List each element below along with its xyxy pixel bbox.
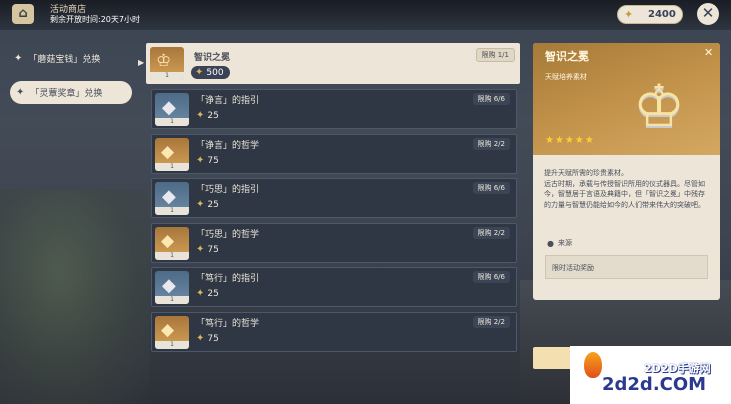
purchase-limit: 限购 2/2 xyxy=(472,138,510,150)
item-count: 1 xyxy=(155,118,189,126)
price-value: 500 xyxy=(206,67,224,78)
location-pin-icon: ● xyxy=(547,238,554,248)
star-icon: ✦ xyxy=(16,87,25,98)
item-thumbnail: ◆ 1 xyxy=(155,182,189,215)
source-value: 限时活动奖励 xyxy=(545,255,708,279)
source-label: ● 来源 xyxy=(547,238,572,248)
item-name: 「巧思」的哲学 xyxy=(196,230,260,240)
shop-item[interactable]: ◆ 1 「巧思」的指引 ✦ 25 限购 6/6 xyxy=(151,178,517,218)
currency-amount: 2400 xyxy=(648,9,676,20)
price-value: 25 xyxy=(207,110,219,121)
book-icon: ◆ xyxy=(162,97,176,118)
item-price: ✦ 25 xyxy=(196,288,219,299)
crown-icon: ♔ xyxy=(156,51,172,71)
detail-header: 智识之冕 ✕ 天赋培养素材 ♔ ★★★★★ xyxy=(533,43,720,155)
watermark-logo: 2D2D手游网 2d2d.COM xyxy=(570,346,731,404)
detail-title: 智识之冕 xyxy=(545,50,589,63)
star-icon: ✦ xyxy=(14,52,23,64)
top-bar: ⌂ 活动商店 剩余开放时间:20天7小时 ✦ 2400 ✕ xyxy=(0,0,731,30)
detail-description: 提升天赋所需的珍贵素材。 远古时期，承载与传授智识所用的仪式器具。尽管如今，智慧… xyxy=(544,168,710,210)
item-price: ✦ 75 xyxy=(196,155,219,166)
medal-icon: ✦ xyxy=(196,288,205,299)
remaining-time: 剩余开放时间:20天7小时 xyxy=(50,15,140,24)
shop-item[interactable]: ◆ 1 「诤言」的指引 ✦ 25 限购 6/6 xyxy=(151,89,517,129)
sidebar-item-label: 「蘑菇宝钱」兑换 xyxy=(28,54,101,65)
shop-item[interactable]: ◆ 1 「诤言」的哲学 ✦ 75 限购 2/2 xyxy=(151,134,517,174)
price-value: 25 xyxy=(207,199,219,210)
shop-item[interactable]: ◆ 1 「笃行」的哲学 ✦ 75 限购 2/2 xyxy=(151,312,517,352)
item-count: 1 xyxy=(155,252,189,260)
medal-icon: ✦ xyxy=(196,155,205,166)
item-name: 「笃行」的指引 xyxy=(196,274,260,284)
purchase-limit: 限购 1/1 xyxy=(475,48,515,62)
shop-item[interactable]: ♔ 1 智识之冕 ✦ 500 限购 1/1 xyxy=(146,43,520,84)
sidebar-item-label: 「灵蕈奖章」兑换 xyxy=(30,89,103,99)
purchase-limit: 限购 6/6 xyxy=(472,182,510,194)
item-name: 「诤言」的哲学 xyxy=(196,141,260,151)
sidebar-item-mushroom-coin[interactable]: ✦ 「蘑菇宝钱」兑换 xyxy=(14,50,100,66)
purchase-limit: 限购 2/2 xyxy=(472,316,510,328)
item-count: 1 xyxy=(155,296,189,304)
currency-display: ✦ 2400 xyxy=(617,5,683,24)
book-icon: ◆ xyxy=(161,320,175,340)
item-thumbnail: ◆ 1 xyxy=(155,316,189,349)
item-name: 智识之冕 xyxy=(194,53,231,63)
item-detail-panel: 智识之冕 ✕ 天赋培养素材 ♔ ★★★★★ 提升天赋所需的珍贵素材。 远古时期，… xyxy=(533,43,720,300)
background-foliage xyxy=(0,190,150,404)
book-icon: ◆ xyxy=(162,186,176,207)
item-thumbnail: ◆ 1 xyxy=(155,271,189,304)
item-count: 1 xyxy=(150,72,184,80)
medal-icon: ✦ xyxy=(196,244,205,255)
item-thumbnail: ◆ 1 xyxy=(155,93,189,126)
item-name: 「诤言」的指引 xyxy=(196,96,260,106)
item-name: 「笃行」的哲学 xyxy=(196,319,260,329)
watermark-site-en: 2d2d.COM xyxy=(602,374,707,395)
detail-type: 天赋培养素材 xyxy=(545,73,587,81)
price-value: 75 xyxy=(207,244,219,255)
item-thumbnail: ◆ 1 xyxy=(155,138,189,171)
item-count: 1 xyxy=(155,341,189,349)
flame-logo-icon xyxy=(584,352,602,378)
close-button[interactable]: ✕ xyxy=(697,3,719,25)
item-count: 1 xyxy=(155,163,189,171)
medal-icon: ✦ xyxy=(624,7,634,21)
item-price: ✦ 75 xyxy=(196,244,219,255)
item-price: ✦ 25 xyxy=(196,110,219,121)
purchase-limit: 限购 6/6 xyxy=(472,271,510,283)
item-price: ✦ 500 xyxy=(191,66,230,79)
medal-icon: ✦ xyxy=(196,199,205,210)
shop-icon: ⌂ xyxy=(12,4,34,24)
collapse-icon[interactable]: ✕ xyxy=(704,46,713,59)
description-line: 远古时期，承载与传授智识所用的仪式器具。尽管如今，智慧居于言语及典籍中，但「智识… xyxy=(544,179,705,209)
purchase-limit: 限购 2/2 xyxy=(472,227,510,239)
source-label-text: 来源 xyxy=(557,239,572,247)
shop-item[interactable]: ◆ 1 「巧思」的哲学 ✦ 75 限购 2/2 xyxy=(151,223,517,263)
shop-item[interactable]: ◆ 1 「笃行」的指引 ✦ 25 限购 6/6 xyxy=(151,267,517,307)
book-icon: ◆ xyxy=(161,142,175,162)
price-value: 75 xyxy=(207,155,219,166)
medal-icon: ✦ xyxy=(195,67,204,78)
purchase-limit: 限购 6/6 xyxy=(472,93,510,105)
item-count: 1 xyxy=(155,207,189,215)
rarity-stars: ★★★★★ xyxy=(545,135,595,146)
medal-icon: ✦ xyxy=(196,333,205,344)
item-thumbnail: ♔ 1 xyxy=(150,47,184,80)
book-icon: ◆ xyxy=(162,275,176,296)
sidebar-item-medal[interactable]: ✦ 「灵蕈奖章」兑换 xyxy=(10,81,132,104)
price-value: 75 xyxy=(207,333,219,344)
price-value: 25 xyxy=(207,288,219,299)
item-price: ✦ 75 xyxy=(196,333,219,344)
item-price: ✦ 25 xyxy=(196,199,219,210)
selection-arrow-icon: ▶ xyxy=(138,58,145,67)
description-line: 提升天赋所需的珍贵素材。 xyxy=(544,169,628,177)
item-thumbnail: ◆ 1 xyxy=(155,227,189,260)
close-icon: ✕ xyxy=(701,4,715,22)
crown-icon: ♔ xyxy=(633,72,685,140)
medal-icon: ✦ xyxy=(196,110,205,121)
book-icon: ◆ xyxy=(161,231,175,251)
item-name: 「巧思」的指引 xyxy=(196,185,260,195)
